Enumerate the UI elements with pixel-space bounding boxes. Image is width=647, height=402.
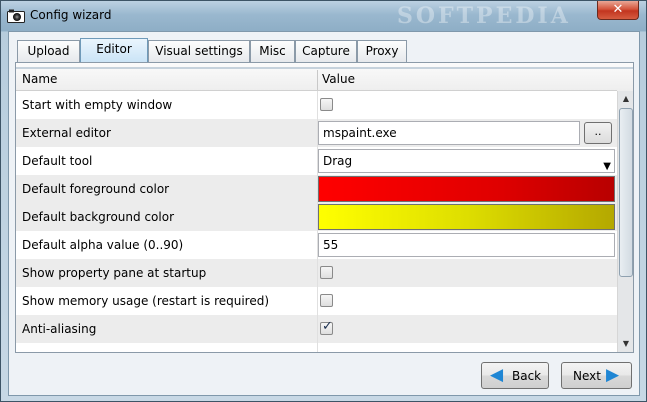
property-name: Show memory usage (restart is required) xyxy=(22,294,270,308)
table-row[interactable]: External editor mspaint.exe .. xyxy=(16,119,617,147)
start-empty-window-checkbox[interactable] xyxy=(320,98,333,111)
property-name: Show property pane at startup xyxy=(22,266,207,280)
cell-divider xyxy=(317,315,318,343)
property-table: Name Value Start with empty window Exter… xyxy=(15,62,634,353)
scrollbar-thumb[interactable] xyxy=(619,108,633,277)
table-row[interactable]: Anti-aliasing ✓ xyxy=(16,315,617,343)
arrow-left-icon: ◀ xyxy=(490,365,504,385)
table-row[interactable]: Default foreground color xyxy=(16,175,617,203)
tab-editor[interactable]: Editor xyxy=(80,38,148,63)
title-bar[interactable]: Config wizard SOFTPEDIA ✕ xyxy=(1,1,646,31)
vertical-scrollbar[interactable]: ▲ ▼ xyxy=(617,91,633,352)
property-name: Start with empty window xyxy=(22,98,173,112)
watermark: SOFTPEDIA xyxy=(397,3,571,29)
property-name: External editor xyxy=(22,126,111,140)
checkmark-icon: ✓ xyxy=(322,319,333,334)
cell-divider xyxy=(317,91,318,119)
next-button[interactable]: Next ▶ xyxy=(561,362,632,389)
default-tool-select[interactable]: Drag ▼ xyxy=(318,149,615,173)
tab-visual-settings[interactable]: Visual settings xyxy=(148,40,250,62)
anti-aliasing-checkbox[interactable]: ✓ xyxy=(320,319,333,335)
table-row[interactable] xyxy=(16,343,617,352)
property-name: Anti-aliasing xyxy=(22,322,97,336)
foreground-color-swatch[interactable] xyxy=(318,176,615,202)
column-header-name[interactable]: Name xyxy=(22,72,57,86)
cell-divider xyxy=(317,259,318,287)
arrow-right-icon: ▶ xyxy=(606,365,620,385)
camera-icon xyxy=(7,9,25,23)
property-name: Default background color xyxy=(22,210,174,224)
show-memory-usage-checkbox[interactable] xyxy=(320,294,333,307)
back-button[interactable]: ◀ Back xyxy=(481,362,549,389)
alpha-value-input[interactable]: 55 xyxy=(318,233,615,257)
external-editor-input[interactable]: mspaint.exe xyxy=(318,121,580,145)
table-row[interactable]: Start with empty window xyxy=(16,91,617,119)
property-name: Default alpha value (0..90) xyxy=(22,238,184,252)
property-name: Default foreground color xyxy=(22,182,170,196)
column-header-value[interactable]: Value xyxy=(322,72,355,86)
default-tool-value: Drag xyxy=(323,154,353,168)
scroll-down-arrow-icon[interactable]: ▼ xyxy=(618,336,634,352)
property-name: Default tool xyxy=(22,154,93,168)
tab-misc[interactable]: Misc xyxy=(250,40,295,62)
column-divider[interactable] xyxy=(317,70,318,91)
back-label: Back xyxy=(512,369,542,383)
next-label: Next xyxy=(573,369,601,383)
tab-proxy[interactable]: Proxy xyxy=(357,40,407,62)
table-header: Name Value xyxy=(16,63,633,91)
cell-divider xyxy=(317,287,318,315)
config-wizard-window: Config wizard SOFTPEDIA ✕ Upload Editor … xyxy=(0,0,647,402)
close-button[interactable]: ✕ xyxy=(597,1,639,20)
table-row[interactable]: Default background color xyxy=(16,203,617,231)
tab-upload[interactable]: Upload xyxy=(17,40,80,62)
show-property-pane-checkbox[interactable] xyxy=(320,266,333,279)
table-row[interactable]: Default alpha value (0..90) 55 xyxy=(16,231,617,259)
cell-divider xyxy=(317,343,318,352)
table-row[interactable]: Show property pane at startup xyxy=(16,259,617,287)
window-title: Config wizard xyxy=(30,8,112,22)
header-divider xyxy=(16,67,633,69)
background-color-swatch[interactable] xyxy=(318,204,615,230)
close-icon: ✕ xyxy=(612,2,624,17)
scroll-up-arrow-icon[interactable]: ▲ xyxy=(618,91,634,107)
table-row[interactable]: Show memory usage (restart is required) xyxy=(16,287,617,315)
tab-capture[interactable]: Capture xyxy=(295,40,357,62)
browse-button[interactable]: .. xyxy=(584,122,612,144)
table-row[interactable]: Default tool Drag ▼ xyxy=(16,147,617,175)
